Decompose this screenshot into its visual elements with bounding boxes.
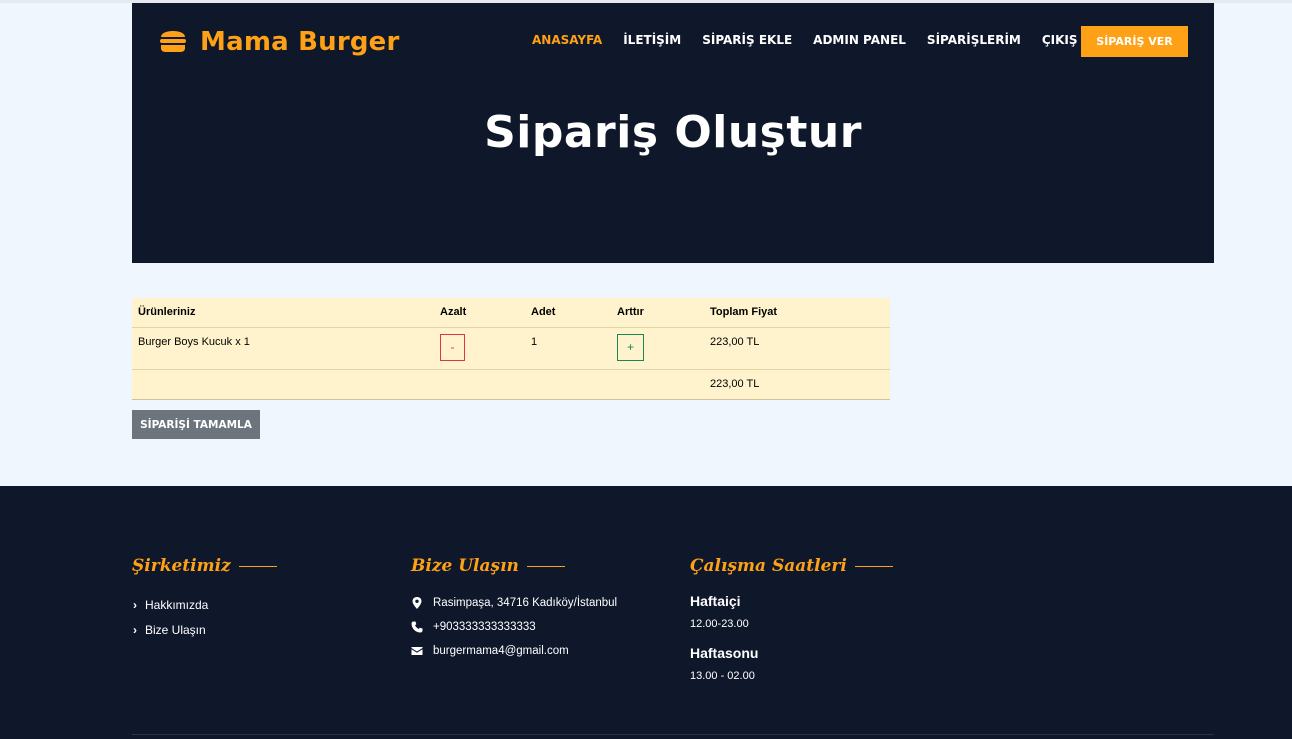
main-nav: ANASAYFA İLETİŞİM SİPARİŞ EKLE ADMIN PAN… xyxy=(532,33,1107,47)
footer-link-contact[interactable]: › Bize Ulaşın xyxy=(132,623,277,637)
col-products: Ürünleriniz xyxy=(132,298,434,328)
total-row: 223,00 TL xyxy=(132,369,890,400)
increase-cell: + xyxy=(611,327,704,370)
cart-table: Ürünleriniz Azalt Adet Arttır Toplam Fiy… xyxy=(132,298,890,400)
footer-link-about[interactable]: › Hakkımızda xyxy=(132,598,277,612)
table-row: Burger Boys Kucuk x 1 - 1 + 223,00 TL xyxy=(132,327,890,370)
col-total-price: Toplam Fiyat xyxy=(704,298,890,328)
quantity-value: 1 xyxy=(525,327,611,370)
weekday-hours: 12.00-23.00 xyxy=(690,618,749,630)
map-marker-icon xyxy=(412,597,422,609)
nav-item-home[interactable]: ANASAYFA xyxy=(532,33,602,47)
footer-divider xyxy=(132,734,1214,735)
cart-header-row: Ürünleriniz Azalt Adet Arttır Toplam Fiy… xyxy=(132,298,890,328)
increase-button[interactable]: + xyxy=(617,333,644,361)
chevron-right-icon: › xyxy=(133,598,137,612)
footer-phone: +903333333333333 xyxy=(411,620,617,634)
footer: Şirketimiz › Hakkımızda › Bize Ulaşın Bi… xyxy=(0,486,1292,739)
footer-heading-contact: Bize Ulaşın xyxy=(411,556,617,576)
col-quantity: Adet xyxy=(525,298,611,328)
footer-heading-hours: Çalışma Saatleri xyxy=(690,556,893,576)
row-total-price: 223,00 TL xyxy=(704,327,890,370)
phone-icon xyxy=(411,621,423,633)
nav-item-admin-panel[interactable]: ADMIN PANEL xyxy=(813,33,906,47)
footer-hours: Çalışma Saatleri Haftaiçi 12.00-23.00 Ha… xyxy=(690,556,893,682)
footer-company: Şirketimiz › Hakkımızda › Bize Ulaşın xyxy=(132,556,277,637)
brand-logo[interactable]: Mama Burger xyxy=(158,25,400,59)
weekday-label: Haftaiçi xyxy=(690,593,741,609)
col-decrease: Azalt xyxy=(434,298,525,328)
hero-header: Mama Burger ANASAYFA İLETİŞİM SİPARİŞ EK… xyxy=(132,3,1214,263)
weekend-hours: 13.00 - 02.00 xyxy=(690,670,755,682)
footer-heading-company: Şirketimiz xyxy=(132,556,277,576)
footer-email: burgermama4@gmail.com xyxy=(411,644,617,658)
nav-item-add-order[interactable]: SİPARİŞ EKLE xyxy=(702,33,792,47)
place-order-button[interactable]: SİPARİŞ VER xyxy=(1081,26,1188,57)
decrease-cell: - xyxy=(434,327,525,370)
page-title: Sipariş Oluştur xyxy=(484,107,862,158)
chevron-right-icon: › xyxy=(133,623,137,637)
footer-address: Rasimpaşa, 34716 Kadıköy/İstanbul xyxy=(411,596,617,610)
nav-item-my-orders[interactable]: SİPARİŞLERİM xyxy=(927,33,1021,47)
brand-name: Mama Burger xyxy=(200,27,400,57)
burger-icon xyxy=(158,26,188,59)
weekend-label: Haftasonu xyxy=(690,645,759,661)
product-name: Burger Boys Kucuk x 1 xyxy=(132,327,434,370)
decrease-button[interactable]: - xyxy=(440,333,465,361)
nav-item-contact[interactable]: İLETİŞİM xyxy=(623,33,681,47)
grand-total: 223,00 TL xyxy=(704,369,890,400)
footer-contact: Bize Ulaşın Rasimpaşa, 34716 Kadıköy/İst… xyxy=(411,556,617,658)
col-increase: Arttır xyxy=(611,298,704,328)
envelope-icon xyxy=(411,647,423,655)
complete-order-button[interactable]: SİPARİŞİ TAMAMLA xyxy=(132,410,260,439)
